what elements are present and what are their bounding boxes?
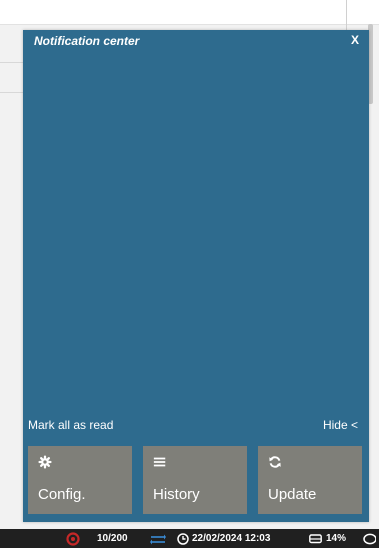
disk-usage-text: 14% xyxy=(326,533,347,544)
disk-usage: 14% xyxy=(309,529,346,548)
datetime-display: 22/02/2024 12:03 xyxy=(177,529,270,548)
update-button-label: Update xyxy=(268,486,317,503)
list-icon xyxy=(153,457,166,467)
refresh-icon xyxy=(269,456,281,468)
config-button[interactable]: Config. xyxy=(28,446,132,514)
notification-list xyxy=(23,54,369,414)
sync-icon[interactable] xyxy=(150,529,166,548)
datetime-text: 22/02/2024 12:03 xyxy=(192,533,271,544)
app-header-background xyxy=(0,0,379,25)
mark-all-read-link[interactable]: Mark all as read xyxy=(28,418,113,432)
background-divider xyxy=(0,92,24,93)
history-button-label: History xyxy=(153,486,200,503)
chat-icon[interactable] xyxy=(362,529,376,548)
panel-title: Notification center xyxy=(34,34,140,48)
background-divider xyxy=(0,62,24,63)
gear-icon xyxy=(38,455,52,469)
clock-icon xyxy=(177,532,189,545)
notification-center-panel: Notification center X Mark all as read H… xyxy=(23,30,369,522)
history-button[interactable]: History xyxy=(143,446,247,514)
alert-icon[interactable] xyxy=(66,529,80,548)
update-button[interactable]: Update xyxy=(258,446,362,514)
disk-icon xyxy=(309,534,322,544)
config-button-label: Config. xyxy=(38,486,86,503)
background-divider xyxy=(346,0,347,30)
close-button[interactable]: X xyxy=(351,33,359,47)
status-bar: 10/200 22/02/2024 12:03 14% xyxy=(0,529,379,548)
task-counter: 10/200 xyxy=(97,533,128,544)
hide-link[interactable]: Hide < xyxy=(323,418,358,432)
